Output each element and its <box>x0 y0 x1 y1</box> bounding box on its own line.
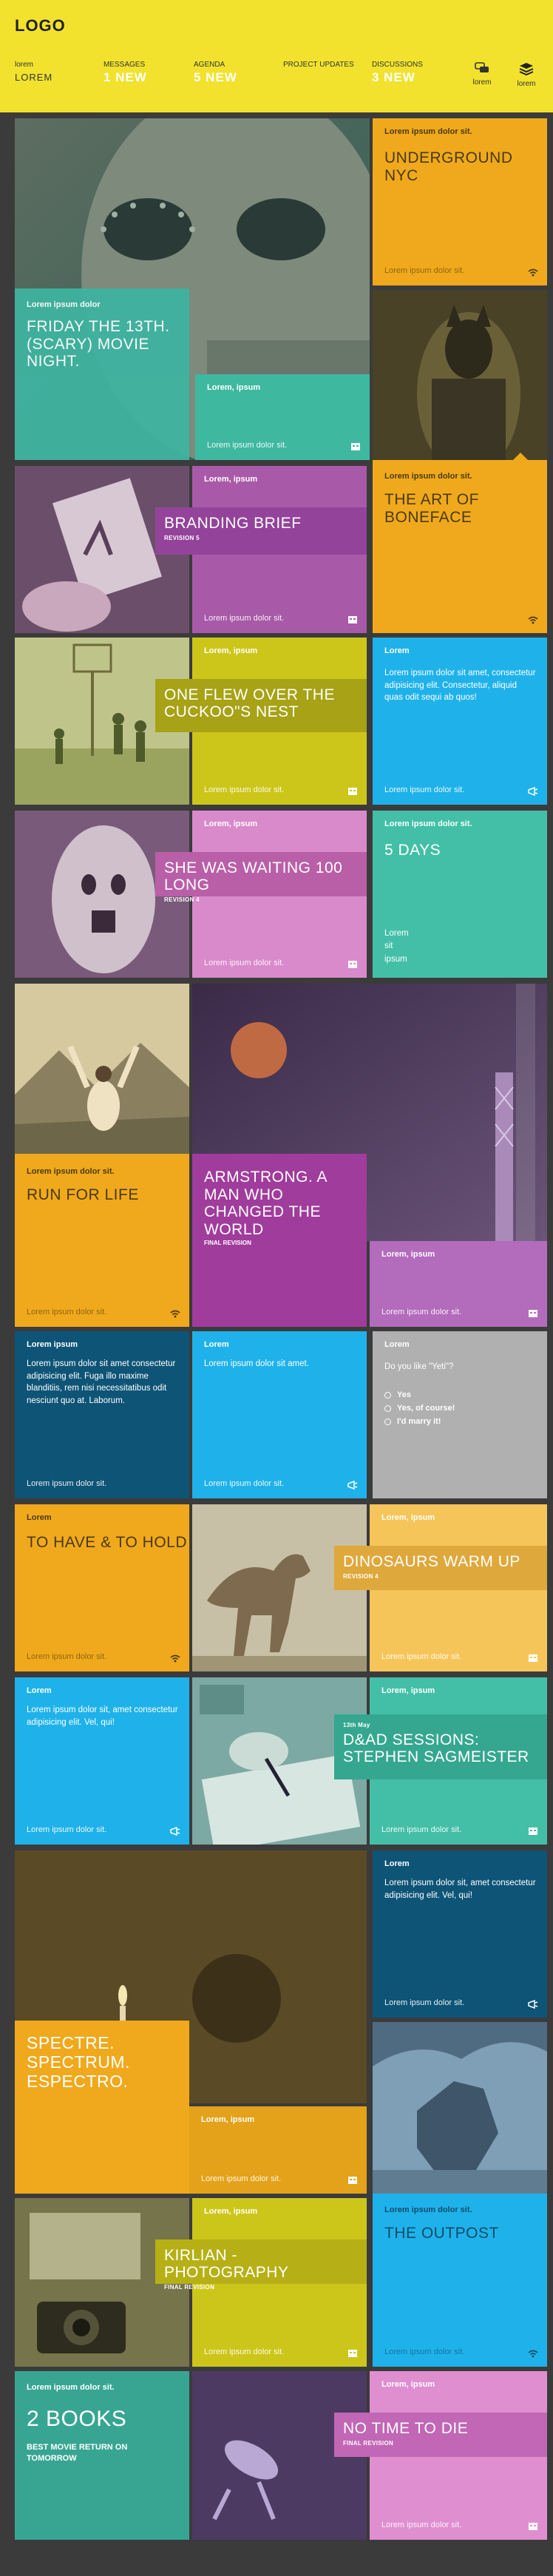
tile-teal-lorem[interactable]: Lorem, ipsum Lorem ipsum dolor sit. <box>195 374 370 460</box>
nav-item-agenda[interactable]: AGENDA 5 NEW <box>194 61 237 85</box>
tile-blue-lorem-1[interactable]: Lorem Lorem ipsum dolor sit amet, consec… <box>373 638 547 805</box>
tile-navy-lorem-2[interactable]: Lorem Lorem ipsum dolor sit, amet consec… <box>373 1850 547 2018</box>
tile-purple-lorem[interactable]: Lorem, ipsum Lorem ipsum dolor sit. <box>370 1241 547 1327</box>
tile-poll[interactable]: Lorem Do you like "Yeti"? Yes Yes, of co… <box>373 1331 547 1498</box>
radio-button[interactable] <box>384 1418 391 1425</box>
wifi-icon <box>528 2350 538 2358</box>
calendar-icon <box>529 1654 537 1662</box>
tile-2-books[interactable]: Lorem ipsum dolor sit. 2 BOOKS BEST MOVI… <box>15 2371 189 2540</box>
header-button-chat[interactable]: lorem <box>467 62 497 87</box>
nav-item-discussions[interactable]: DISCUSSIONS 3 NEW <box>372 61 423 85</box>
tile-art-of-boneface[interactable]: Lorem ipsum dolor sit. THE ART OF BONEFA… <box>373 453 547 633</box>
calendar-icon <box>351 443 360 450</box>
calendar-icon <box>348 2350 357 2357</box>
calendar-icon <box>348 616 357 623</box>
dinosaurs-band: DINOSAURS WARM UP REVISION 4 <box>334 1546 547 1590</box>
poll-option-marry[interactable]: I'd marry it! <box>384 1417 455 1426</box>
cuckoo-band: ONE FLEW OVER THE CUCKOO"S NEST <box>155 679 367 732</box>
poll-option-yes-of-course[interactable]: Yes, of course! <box>384 1404 455 1413</box>
calendar-icon <box>348 2177 357 2184</box>
wifi-icon <box>528 616 538 624</box>
megaphone-icon <box>347 1481 358 1490</box>
layers-icon <box>519 63 534 75</box>
nav-item-messages[interactable]: MESSAGES 1 NEW <box>104 61 147 85</box>
tile-navy-lorem-1[interactable]: Lorem ipsum Lorem ipsum dolor sit amet c… <box>15 1331 189 1498</box>
tile-the-outpost[interactable]: Lorem ipsum dolor sit. THE OUTPOST Lorem… <box>373 2194 547 2367</box>
mountain-photo <box>15 984 189 1154</box>
chat-icon <box>475 62 489 72</box>
tile-armstrong[interactable]: ARMSTRONG. A MAN WHO CHANGED THE WORLD F… <box>192 1154 367 1327</box>
branding-band: BRANDING BRIEF REVISION 5 <box>155 507 367 555</box>
megaphone-icon <box>170 1827 180 1836</box>
pointer-notch <box>513 453 528 460</box>
calendar-icon <box>348 961 357 968</box>
calendar-icon <box>529 1828 537 1835</box>
megaphone-icon <box>528 2000 538 2009</box>
wifi-icon <box>170 1310 180 1318</box>
tile-spectre[interactable]: SPECTRE. SPECTRUM. ESPECTRO. <box>15 2021 189 2194</box>
tile-to-have-and-to-hold[interactable]: Lorem TO HAVE & TO HOLD Lorem ipsum dolo… <box>15 1504 189 1671</box>
kirlian-band: KIRLIAN - PHOTOGRAPHY FINAL REVISION <box>155 2239 367 2291</box>
calendar-icon <box>529 1310 537 1317</box>
wifi-icon <box>170 1654 180 1663</box>
poll-options: Yes Yes, of course! I'd marry it! <box>384 1386 455 1430</box>
megaphone-icon <box>528 787 538 796</box>
tile-friday-movie-night[interactable]: Lorem ipsum dolor FRIDAY THE 13th. (SCAR… <box>15 288 189 460</box>
dad-band: 13th May D&AD SESSIONS: STEPHEN SAGMEIST… <box>334 1714 547 1779</box>
top-header: LOGO lorem LOREM MESSAGES 1 NEW AGENDA 5… <box>0 0 553 112</box>
nav-item-project-updates[interactable]: PROJECT UPDATES <box>283 61 354 70</box>
calendar-icon <box>529 2523 537 2530</box>
radio-button[interactable] <box>384 1404 391 1412</box>
tile-5-days[interactable]: Lorem ipsum dolor sit. 5 DAYS Lorem sit … <box>373 811 547 978</box>
batman-photo <box>373 290 547 460</box>
radio-button[interactable] <box>384 1391 391 1399</box>
waiting-band: SHE WAS WAITING 100 LONG REVISION 4 <box>155 852 367 903</box>
tile-run-for-life[interactable]: Lorem ipsum dolor sit. RUN FOR LIFE Lore… <box>15 1154 189 1327</box>
header-button-layers[interactable]: lorem <box>512 62 541 88</box>
robot-photo <box>373 2022 547 2194</box>
tile-title: FRIDAY THE 13th. (SCARY) MOVIE NIGHT. <box>27 318 170 371</box>
tile-blue-lorem-3[interactable]: Lorem Lorem ipsum dolor sit, amet consec… <box>15 1677 189 1845</box>
nav-item-lorem[interactable]: lorem LOREM <box>15 61 52 83</box>
calendar-icon <box>348 788 357 795</box>
logo[interactable]: LOGO <box>15 16 66 36</box>
poll-option-yes[interactable]: Yes <box>384 1390 455 1399</box>
tile-underground-nyc[interactable]: Lorem ipsum dolor sit. UNDERGROUND NYC L… <box>373 118 547 285</box>
tile-blue-lorem-2[interactable]: Lorem Lorem ipsum dolor sit amet. Lorem … <box>192 1331 367 1498</box>
notime-band: NO TIME TO DIE FINAL REVISION <box>334 2413 547 2457</box>
tile-orange-lorem[interactable]: Lorem, ipsum Lorem ipsum dolor sit. <box>189 2106 367 2194</box>
wifi-icon <box>528 268 538 277</box>
